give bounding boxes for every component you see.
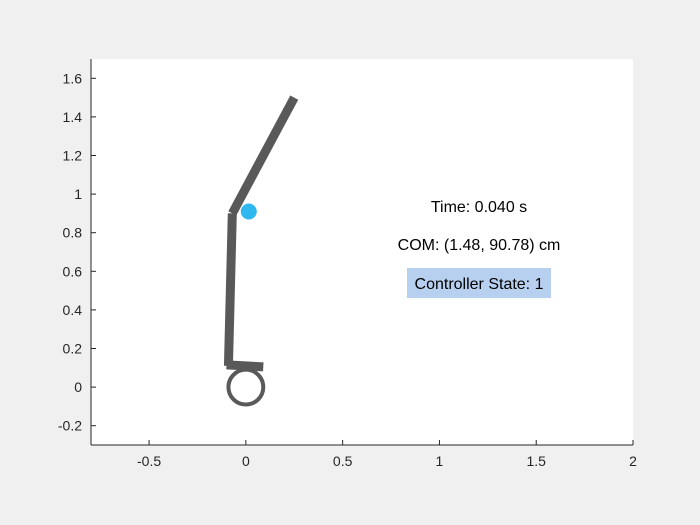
x-tick-label: -0.5: [137, 453, 161, 469]
y-tick-label: 1: [74, 186, 82, 202]
robot-link-2: [223, 213, 237, 366]
x-tick-label: 0.5: [333, 453, 353, 469]
y-tick-label: 0.2: [63, 341, 83, 357]
robot-link-3: [226, 360, 264, 372]
x-tick-label: 1.5: [526, 453, 546, 469]
y-tick-label: 0.4: [63, 302, 83, 318]
x-tick-label: 2: [629, 453, 637, 469]
y-tick-label: 0.8: [63, 225, 83, 241]
com-readout: COM: (1.48, 90.78) cm: [398, 237, 561, 254]
controller-state-label: Controller State: 1: [415, 276, 544, 293]
y-tick-label: -0.2: [58, 418, 82, 434]
y-tick-label: 0.6: [63, 263, 83, 279]
y-tick-label: 1.4: [63, 109, 83, 125]
x-tick-label: 0: [242, 453, 250, 469]
time-readout: Time: 0.040 s: [431, 199, 527, 216]
com-marker: [240, 203, 257, 220]
y-tick-label: 0: [74, 379, 82, 395]
y-tick-label: 1.6: [63, 70, 83, 86]
x-tick-label: 1: [436, 453, 444, 469]
y-tick-label: 1.2: [63, 148, 83, 164]
figure: -0.5 0 0.5 1 1.5 2 -0.2 0 0.2 0.4 0.6 0.8 1 1.2 1.4 1.…: [58, 59, 637, 469]
